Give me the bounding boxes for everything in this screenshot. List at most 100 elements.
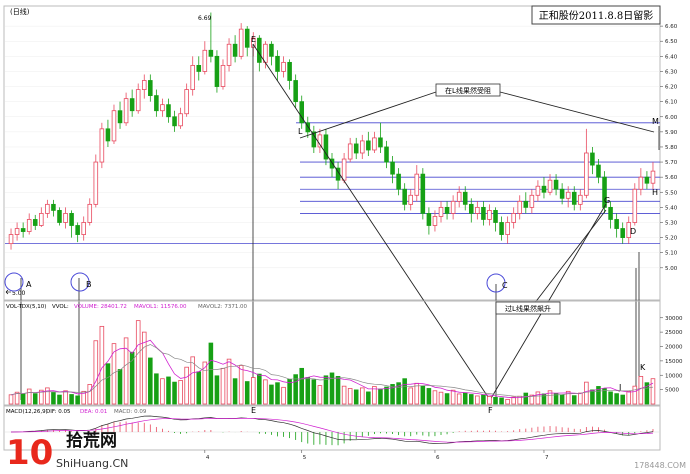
volume-bar bbox=[456, 393, 462, 405]
volume-bar bbox=[632, 385, 638, 405]
volume-bar bbox=[263, 379, 268, 405]
label-b: B bbox=[86, 280, 92, 289]
candle-body bbox=[166, 104, 171, 118]
volume-tick-label: 25000 bbox=[665, 330, 683, 336]
volume-bar bbox=[420, 385, 426, 405]
candle-body bbox=[148, 80, 153, 97]
candle-body bbox=[263, 43, 268, 63]
candle-body bbox=[505, 222, 510, 235]
price-tick-label: 5.10 bbox=[665, 251, 678, 257]
period-label: (日线) bbox=[10, 7, 30, 16]
candle-body bbox=[208, 49, 214, 57]
candle-body bbox=[135, 89, 141, 112]
candle-body bbox=[499, 222, 504, 235]
volume-bar bbox=[378, 388, 383, 405]
candle-body bbox=[475, 206, 480, 214]
volume-bar bbox=[178, 380, 183, 405]
candle-body bbox=[111, 110, 117, 142]
volume-bar bbox=[135, 320, 141, 405]
candle-body bbox=[450, 200, 456, 214]
price-tick-label: 6.00 bbox=[665, 115, 678, 121]
x-tick-label: 6 bbox=[436, 455, 440, 461]
candle-body bbox=[347, 143, 353, 160]
candle-body bbox=[32, 219, 38, 226]
candle-body bbox=[353, 143, 359, 154]
label-l: L bbox=[298, 127, 303, 136]
candle-body bbox=[547, 179, 553, 193]
volume-bar bbox=[148, 357, 153, 405]
callout-text-upper: 在L线果然受阻 bbox=[445, 86, 491, 95]
candle-body bbox=[614, 219, 619, 229]
candle-body bbox=[20, 228, 26, 232]
candle-body bbox=[57, 209, 62, 223]
volume-bar bbox=[481, 394, 486, 405]
candle-body bbox=[257, 37, 262, 63]
volume-bar bbox=[366, 391, 371, 405]
candle-body bbox=[517, 200, 523, 214]
label-c: C bbox=[502, 281, 508, 290]
price-tick-label: 5.70 bbox=[665, 160, 678, 166]
candle-body bbox=[8, 234, 14, 245]
volume-bar bbox=[432, 390, 438, 405]
candle-body bbox=[45, 203, 50, 214]
candle-body bbox=[105, 128, 111, 142]
candle-body bbox=[396, 173, 401, 190]
candle-body bbox=[408, 194, 414, 205]
volume-bar bbox=[232, 378, 238, 405]
volume-bar bbox=[469, 394, 474, 405]
volume-bar bbox=[123, 337, 129, 405]
volume-bar bbox=[402, 378, 407, 405]
candle-body bbox=[366, 140, 371, 151]
volume-bar bbox=[650, 378, 656, 405]
volume-bar bbox=[559, 394, 565, 405]
volume-bar bbox=[414, 382, 420, 405]
volume-bar bbox=[166, 376, 171, 405]
volume-legend-volume: VOLUME: 28401.72 bbox=[74, 304, 127, 310]
volume-bar bbox=[117, 369, 123, 405]
volume-bar bbox=[523, 392, 529, 405]
volume-bar bbox=[335, 375, 341, 405]
candle-body bbox=[190, 64, 195, 90]
volume-bar bbox=[505, 398, 510, 405]
volume-bar bbox=[317, 385, 323, 405]
volume-bar bbox=[172, 381, 177, 405]
candle-body bbox=[620, 228, 625, 238]
price-tick-label: 6.20 bbox=[665, 85, 678, 91]
volume-bar bbox=[220, 367, 226, 405]
price-tick-label: 5.00 bbox=[665, 266, 678, 272]
volume-bar bbox=[69, 394, 74, 405]
candle-body bbox=[160, 104, 165, 112]
candle-body bbox=[384, 146, 389, 163]
candle-body bbox=[26, 219, 32, 232]
candle-body bbox=[220, 64, 226, 87]
volume-bar bbox=[578, 392, 583, 405]
volume-bar bbox=[511, 396, 516, 405]
volume-bar bbox=[45, 387, 50, 405]
logo-url: ShiHuang.CN bbox=[56, 457, 128, 470]
volume-bar bbox=[51, 392, 56, 405]
volume-bar bbox=[323, 375, 329, 405]
label-m: M bbox=[652, 117, 659, 126]
x-tick-label: 4 bbox=[206, 455, 210, 461]
candle-body bbox=[578, 194, 583, 205]
volume-bar bbox=[226, 358, 232, 405]
volume-tick-label: 10000 bbox=[665, 373, 683, 379]
volume-bar bbox=[105, 363, 111, 405]
price-tick-label: 5.20 bbox=[665, 236, 678, 242]
volume-bar bbox=[493, 396, 498, 405]
candle-body bbox=[281, 61, 286, 72]
candle-body bbox=[51, 203, 56, 211]
logo-number: 10 bbox=[6, 433, 53, 473]
candle-body bbox=[487, 209, 492, 220]
volume-bar bbox=[93, 340, 99, 405]
candle-body bbox=[644, 176, 650, 184]
candle-body bbox=[541, 185, 547, 193]
volume-bar bbox=[608, 391, 613, 405]
volume-bar bbox=[638, 375, 644, 405]
volume-bar bbox=[426, 388, 432, 405]
candle-body bbox=[238, 28, 244, 57]
candle-body bbox=[438, 206, 444, 217]
candle-body bbox=[275, 55, 280, 72]
candle-body bbox=[226, 43, 232, 66]
candle-body bbox=[87, 203, 93, 223]
